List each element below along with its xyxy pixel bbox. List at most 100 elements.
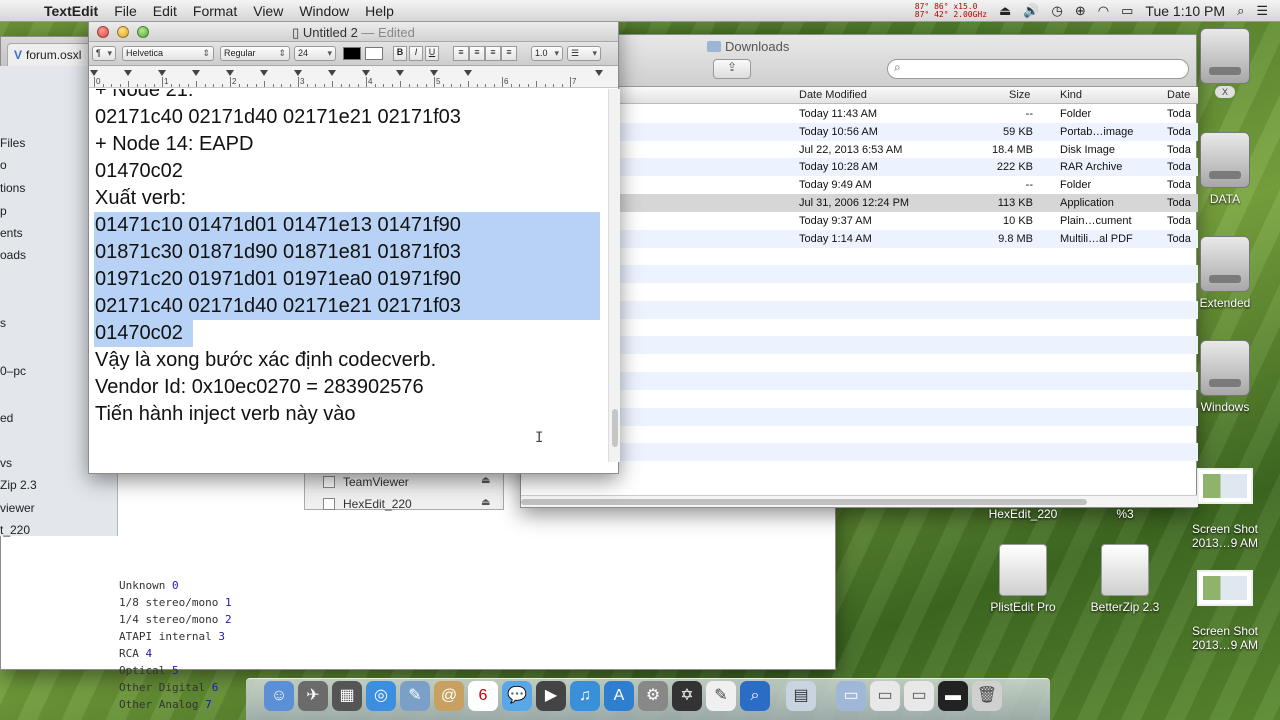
right-margin-marker[interactable] xyxy=(595,70,603,76)
table-row[interactable] xyxy=(521,461,1198,479)
battery-icon[interactable]: ▭ xyxy=(1121,3,1133,19)
table-row[interactable]: Today 10:56 AM 59 KB Portab…image Toda xyxy=(521,122,1198,141)
disk-icon-top[interactable]: X xyxy=(1180,28,1270,98)
menu-format[interactable]: Format xyxy=(185,3,245,19)
align-justify-button[interactable]: ≡ xyxy=(501,46,517,61)
eject-icon[interactable]: ⏏ xyxy=(999,3,1011,19)
table-row[interactable]: Today 10:28 AM 222 KB RAR Archive Toda xyxy=(521,158,1198,177)
terminal-stack-icon[interactable]: ▬ xyxy=(938,681,968,711)
menu-edit[interactable]: Edit xyxy=(145,3,185,19)
plistedit-app[interactable]: PlistEdit Pro xyxy=(978,544,1068,614)
calendar-icon[interactable]: 6 xyxy=(468,681,498,711)
bold-button[interactable]: B xyxy=(393,46,407,61)
volume-icon[interactable]: 🔊 xyxy=(1023,3,1039,19)
tab-stop-marker[interactable] xyxy=(294,70,302,76)
sidebar-item[interactable]: o xyxy=(0,158,7,172)
sidebar-item[interactable]: ed xyxy=(0,411,13,425)
table-row[interactable] xyxy=(521,372,1198,390)
font-style-popup[interactable]: Regular ⇕ xyxy=(220,46,290,61)
sidebar-item[interactable]: vs xyxy=(0,456,12,470)
system-preferences-icon[interactable]: ⚙ xyxy=(638,681,668,711)
eject-icon[interactable]: ⏏ xyxy=(481,497,490,508)
background-color-well[interactable] xyxy=(365,47,383,60)
tab-stop-marker[interactable] xyxy=(90,70,98,76)
font-family-popup[interactable]: Helvetica ⇕ xyxy=(122,46,214,61)
folder-stack-icon[interactable]: ▭ xyxy=(836,681,866,711)
text-color-well[interactable] xyxy=(343,47,361,60)
table-row[interactable]: Today 11:43 AM -- Folder Toda xyxy=(521,105,1198,123)
table-row[interactable] xyxy=(521,247,1198,265)
font-size-field[interactable]: 24 ▾ xyxy=(294,46,336,61)
column-date-modified[interactable]: Date Modified xyxy=(799,89,867,101)
share-button[interactable]: ⇪ xyxy=(713,59,751,79)
tab-stop-marker[interactable] xyxy=(396,70,404,76)
network-utility-icon[interactable]: ⌕ xyxy=(740,681,770,711)
sidebar-item[interactable]: oads xyxy=(0,248,26,262)
preview-icon[interactable]: ✎ xyxy=(400,681,430,711)
app-store-icon[interactable]: A xyxy=(604,681,634,711)
menu-window[interactable]: Window xyxy=(291,3,357,19)
tab-stop-marker[interactable] xyxy=(226,70,234,76)
table-row[interactable] xyxy=(521,265,1198,284)
table-row[interactable] xyxy=(521,425,1198,443)
table-row[interactable] xyxy=(521,390,1198,408)
downloads-stack-icon[interactable]: ▤ xyxy=(786,681,816,711)
sidebar-item[interactable]: ents xyxy=(0,226,23,240)
document-stack-icon[interactable]: ▭ xyxy=(870,681,900,711)
finder-icon[interactable]: ☺ xyxy=(264,681,294,711)
document-stack-icon[interactable]: ▭ xyxy=(904,681,934,711)
column-size[interactable]: Size xyxy=(1009,89,1030,101)
table-row[interactable]: Jul 22, 2013 6:53 AM 18.4 MB Disk Image Tod… xyxy=(521,141,1198,159)
launchpad-icon[interactable]: ✈ xyxy=(298,681,328,711)
tab-stop-marker[interactable] xyxy=(430,70,438,76)
scroll-thumb[interactable] xyxy=(521,499,1087,505)
align-right-button[interactable]: ≡ xyxy=(485,46,501,61)
textedit-dock-icon[interactable]: ✎ xyxy=(706,681,736,711)
tab-stop-marker[interactable] xyxy=(192,70,200,76)
horizontal-scrollbar[interactable] xyxy=(521,495,1198,507)
table-row[interactable] xyxy=(521,319,1198,337)
temperature-monitor[interactable]: 87° 86° x15.0 87° 42° 2.00GHz xyxy=(915,2,987,19)
trash-icon[interactable]: 🗑 xyxy=(972,681,1002,711)
sidebar-item[interactable]: tions xyxy=(0,181,25,195)
underline-button[interactable]: U xyxy=(425,46,439,61)
menu-view[interactable]: View xyxy=(245,3,291,19)
disk-extended[interactable]: Extended xyxy=(1180,236,1270,310)
menu-help[interactable]: Help xyxy=(357,3,402,19)
sidebar-item[interactable]: Zip 2.3 xyxy=(0,478,37,492)
align-center-button[interactable]: ≡ xyxy=(469,46,485,61)
list-style-popup[interactable]: ☰ ▾ xyxy=(567,46,601,61)
table-row[interactable]: Today 1:14 AM 9.8 MB Multili…al PDF Toda xyxy=(521,229,1198,248)
search-input[interactable]: ⌕ xyxy=(887,59,1189,79)
time-machine-icon[interactable]: ◷ xyxy=(1052,3,1063,19)
browser-tab[interactable]: Vforum.osxl xyxy=(7,43,91,67)
list-item[interactable]: HexEdit_220 ⏏ xyxy=(323,497,490,511)
italic-button[interactable]: I xyxy=(409,46,423,61)
tab-stop-marker[interactable] xyxy=(328,70,336,76)
screenshot-file[interactable]: Screen Shot 2013…9 AM xyxy=(1180,556,1270,666)
tab-stop-marker[interactable] xyxy=(464,70,472,76)
menu-app-name[interactable]: TextEdit xyxy=(36,3,106,19)
table-row[interactable] xyxy=(521,354,1198,372)
disk-data[interactable]: DATA xyxy=(1180,132,1270,206)
messages-icon[interactable]: 💬 xyxy=(502,681,532,711)
tab-stop-marker[interactable] xyxy=(158,70,166,76)
menu-file[interactable]: File xyxy=(106,3,145,19)
safari-icon[interactable]: ◎ xyxy=(366,681,396,711)
table-row[interactable] xyxy=(521,336,1198,355)
checkbox[interactable] xyxy=(323,498,335,510)
line-spacing-popup[interactable]: 1.0 ▾ xyxy=(531,46,563,61)
list-item[interactable]: TeamViewer ⏏ xyxy=(323,475,490,489)
document-text-area[interactable]: + Node 21: 02171c40 02171d40 02171e21 021… xyxy=(89,89,608,462)
paragraph-style-popup[interactable]: ¶ ▾ xyxy=(92,46,116,61)
align-left-button[interactable]: ≡ xyxy=(453,46,469,61)
tab-stop-marker[interactable] xyxy=(260,70,268,76)
betterzip-app[interactable]: BetterZip 2.3 xyxy=(1080,544,1170,614)
table-row[interactable] xyxy=(521,443,1198,462)
notification-center-icon[interactable]: ☰ xyxy=(1256,3,1268,19)
tab-stop-marker[interactable] xyxy=(362,70,370,76)
itunes-icon[interactable]: ♫ xyxy=(570,681,600,711)
table-row[interactable] xyxy=(521,300,1198,319)
table-row[interactable]: Today 9:37 AM 10 KB Plain…cument Toda xyxy=(521,212,1198,230)
checkbox[interactable] xyxy=(323,476,335,488)
